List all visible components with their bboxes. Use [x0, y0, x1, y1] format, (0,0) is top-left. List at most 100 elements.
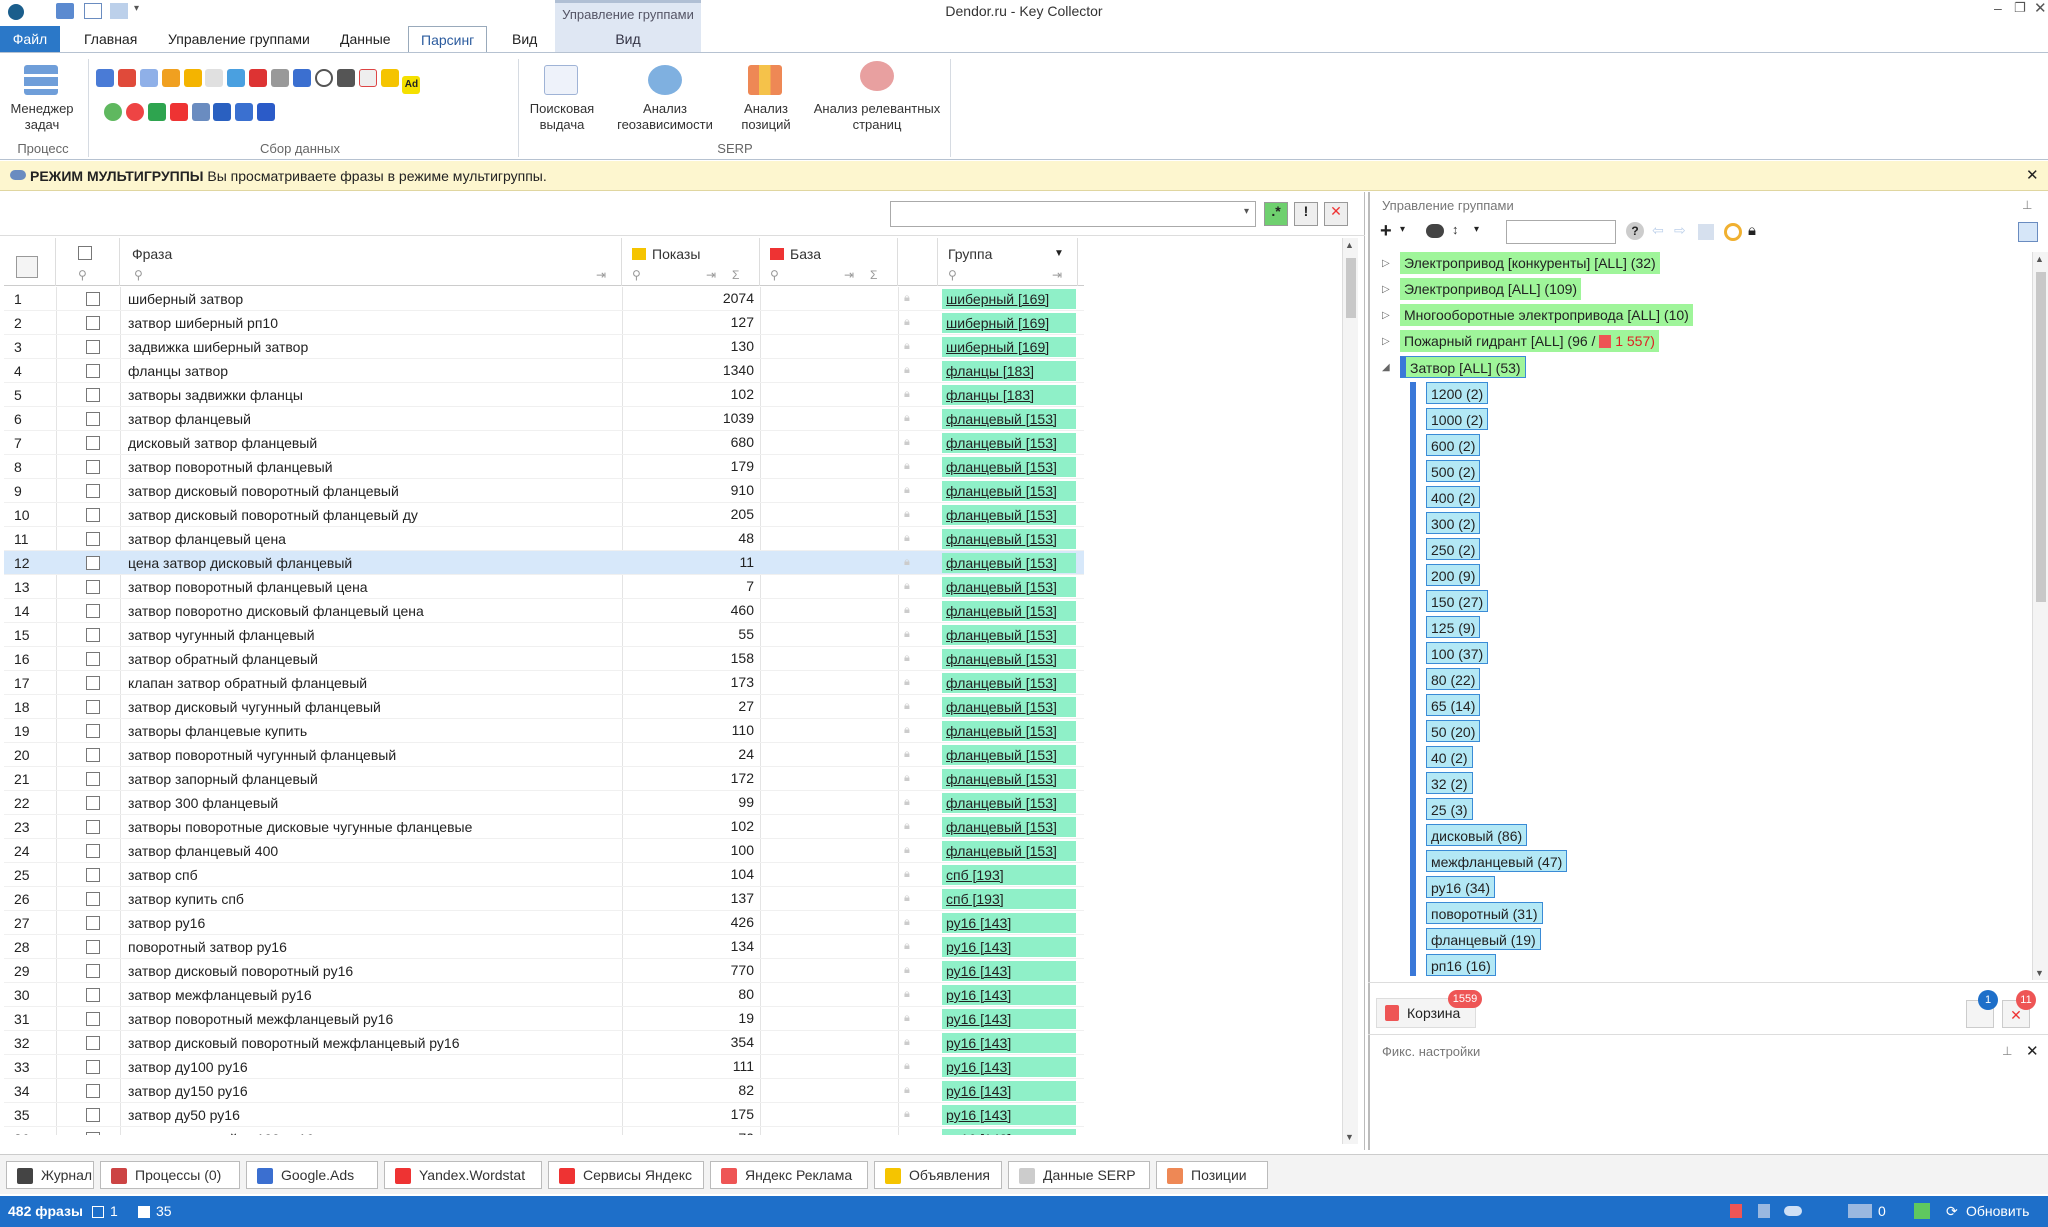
save-groups-icon[interactable]: [1698, 224, 1714, 240]
row-group-link[interactable]: шиберный [169]: [942, 337, 1076, 357]
trend-icon[interactable]: [227, 69, 246, 87]
table-row[interactable]: 24 затвор фланцевый 400 100 🔒︎ фланцевый [15…: [4, 839, 1084, 863]
bottom-tab[interactable]: Объявления: [874, 1161, 1002, 1189]
lock-icon[interactable]: 🔒︎: [904, 652, 910, 665]
lock-icon[interactable]: 🔒︎: [904, 340, 910, 353]
exclamation-icon[interactable]: !: [1294, 202, 1318, 226]
tree-node-subgroup[interactable]: 32 (2): [1426, 772, 1473, 794]
lock-icon[interactable]: 🔒︎: [904, 772, 910, 785]
table-row[interactable]: 20 затвор поворотный чугунный фланцевый 24…: [4, 743, 1084, 767]
table-row[interactable]: 18 затвор дисковый чугунный фланцевый 27 🔒︎…: [4, 695, 1084, 719]
lock-icon[interactable]: 🔒︎: [1748, 222, 1756, 239]
row-group-link[interactable]: спб [193]: [942, 865, 1076, 885]
arrow-right-icon[interactable]: ⇨: [1674, 222, 1686, 239]
keyso-icon[interactable]: [104, 103, 122, 121]
pane-splitter[interactable]: [1368, 192, 1370, 1150]
table-row[interactable]: 36 затвор дисковый ду100 ру16 70 🔒︎ ру16 [14…: [4, 1127, 1084, 1135]
row-group-link[interactable]: фланцевый [153]: [942, 769, 1076, 789]
row-checkbox[interactable]: [86, 292, 100, 306]
row-group-link[interactable]: шиберный [169]: [942, 313, 1076, 333]
row-group-link[interactable]: фланцевый [153]: [942, 481, 1076, 501]
row-phrase[interactable]: затвор спб: [128, 867, 198, 883]
ship-icon[interactable]: [235, 103, 254, 121]
lock-icon[interactable]: 🔒︎: [904, 916, 910, 929]
spywords-icon[interactable]: [169, 103, 188, 121]
row-phrase[interactable]: затвор поворотный фланцевый: [128, 459, 333, 475]
header-shows[interactable]: Показы ⚲ ⇥ Σ: [622, 238, 760, 286]
row-group-link[interactable]: ру16 [143]: [942, 1009, 1076, 1029]
grid-scrollbar[interactable]: ▲ ▼: [1342, 238, 1358, 1144]
row-group-link[interactable]: фланцевый [153]: [942, 433, 1076, 453]
row-phrase[interactable]: дисковый затвор фланцевый: [128, 435, 317, 451]
sort-az-icon[interactable]: ↕: [1452, 222, 1459, 237]
group-filter-select[interactable]: [1506, 220, 1616, 244]
lock-icon[interactable]: 🔒︎: [904, 868, 910, 881]
sort-dropdown-icon[interactable]: ▾: [1474, 224, 1479, 235]
scroll-up-icon[interactable]: ▲: [1345, 240, 1354, 250]
lock-icon[interactable]: 🔒︎: [904, 1012, 910, 1025]
expand-icon[interactable]: ▷: [1382, 284, 1390, 295]
tree-node-subgroup[interactable]: 200 (9): [1426, 564, 1481, 586]
expand-icon[interactable]: ▷: [1382, 310, 1390, 321]
row-phrase[interactable]: затвор фланцевый 400: [128, 843, 278, 859]
table-row[interactable]: 2 затвор шиберный рп10 127 🔒︎ шиберный [169]: [4, 311, 1084, 335]
row-checkbox[interactable]: [86, 508, 100, 522]
table-row[interactable]: 31 затвор поворотный межфланцевый ру16 19 🔒…: [4, 1007, 1084, 1031]
row-group-link[interactable]: шиберный [169]: [942, 289, 1076, 309]
table-row[interactable]: 28 поворотный затвор ру16 134 🔒︎ ру16 [143]: [4, 935, 1084, 959]
tree-scrollbar[interactable]: ▲ ▼: [2032, 252, 2048, 980]
row-checkbox[interactable]: [86, 844, 100, 858]
row-group-link[interactable]: ру16 [143]: [942, 1057, 1076, 1077]
bottom-tab[interactable]: Журнал: [6, 1161, 94, 1189]
row-group-link[interactable]: фланцевый [153]: [942, 601, 1076, 621]
lock-icon[interactable]: 🔒︎: [904, 580, 910, 593]
row-checkbox[interactable]: [86, 460, 100, 474]
row-phrase[interactable]: поворотный затвор ру16: [128, 939, 287, 955]
lock-icon[interactable]: 🔒︎: [904, 700, 910, 713]
row-checkbox[interactable]: [86, 724, 100, 738]
clear-filter-icon[interactable]: ✕: [1324, 202, 1348, 226]
close-window-icon[interactable]: ✕: [2034, 0, 2047, 17]
lock-icon[interactable]: 🔒︎: [904, 556, 910, 569]
tree-node-subgroup[interactable]: 150 (27): [1426, 590, 1489, 612]
tree-node-subgroup[interactable]: ру16 (34): [1426, 876, 1495, 898]
pin-pane-icon[interactable]: ⊥: [2022, 198, 2032, 212]
positions-button[interactable]: Анализ позиций: [726, 101, 806, 133]
row-phrase[interactable]: цена затвор дисковый фланцевый: [128, 555, 352, 571]
row-checkbox[interactable]: [86, 676, 100, 690]
lock-icon[interactable]: 🔒︎: [904, 292, 910, 305]
row-checkbox[interactable]: [86, 364, 100, 378]
column-settings-icon[interactable]: [16, 256, 38, 278]
row-phrase[interactable]: затвор дисковый ду100 ру16: [128, 1131, 314, 1135]
pin-icon[interactable]: ⇥: [596, 268, 608, 282]
tree-node-subgroup[interactable]: дисковый (86): [1426, 824, 1528, 846]
list-icon[interactable]: [380, 69, 399, 87]
scroll-down-icon[interactable]: ▼: [1345, 1132, 1354, 1142]
row-checkbox[interactable]: [86, 532, 100, 546]
row-group-link[interactable]: ру16 [143]: [942, 937, 1076, 957]
tree-node-group[interactable]: Электропривод [ALL] (109): [1400, 278, 1582, 300]
table-row[interactable]: 22 затвор 300 фланцевый 99 🔒︎ фланцевый [153…: [4, 791, 1084, 815]
filter-icon[interactable]: ⚲: [78, 268, 90, 282]
tree-node-subgroup[interactable]: 25 (3): [1426, 798, 1473, 820]
row-phrase[interactable]: затвор купить спб: [128, 891, 244, 907]
search-input[interactable]: ▾: [890, 201, 1256, 227]
row-phrase[interactable]: задвижка шиберный затвор: [128, 339, 308, 355]
check-icon[interactable]: [1914, 1203, 1930, 1219]
google-icon[interactable]: [96, 69, 114, 87]
bars-icon[interactable]: [183, 69, 202, 87]
expand-icon[interactable]: ▷: [1382, 258, 1390, 269]
table-row[interactable]: 19 затворы фланцевые купить 110 🔒︎ фланцевый…: [4, 719, 1084, 743]
row-phrase[interactable]: затвор фланцевый цена: [128, 531, 286, 547]
tree-node-subgroup[interactable]: рп16 (16): [1426, 954, 1496, 976]
lock-icon[interactable]: 🔒︎: [904, 412, 910, 425]
row-phrase[interactable]: затвор 300 фланцевый: [128, 795, 278, 811]
pin-pane-icon[interactable]: ⊥: [2002, 1044, 2012, 1058]
scroll-down-icon[interactable]: ▼: [2035, 968, 2044, 978]
help-icon[interactable]: ?: [1626, 222, 1644, 240]
bottom-tab[interactable]: Сервисы Яндекс: [548, 1161, 704, 1189]
filter-icon[interactable]: ⚲: [948, 268, 960, 282]
tab-groups[interactable]: Управление группами: [156, 26, 322, 52]
row-group-link[interactable]: фланцевый [153]: [942, 673, 1076, 693]
suggest-icon[interactable]: [161, 69, 180, 87]
